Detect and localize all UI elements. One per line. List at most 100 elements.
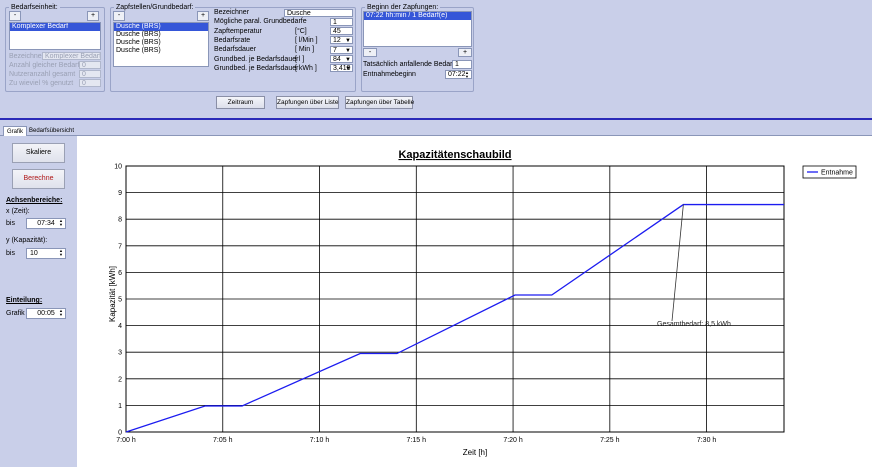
zapfungen-liste-button[interactable]: Zapfungen über Liste: [276, 96, 339, 109]
bedarfseinheit-add-button[interactable]: +: [87, 11, 99, 21]
x-tick-label: 7:10 h: [310, 437, 330, 444]
zapfstelle-property-field[interactable]: 12 ▼: [330, 36, 353, 45]
y-max-stepper[interactable]: 10 ▲ ▼: [26, 248, 66, 259]
zapfstelle-property-label: Bedarfsdauer: [214, 46, 257, 54]
list-item[interactable]: Dusche (BRS): [114, 47, 208, 55]
zapfstelle-property-value: 12: [333, 37, 341, 45]
list-item[interactable]: Dusche (BRS): [114, 39, 208, 47]
grafik-label: Grafik: [6, 310, 25, 317]
spin-arrows-icon[interactable]: ▲ ▼: [465, 71, 469, 78]
x-axis-label: Zeit [h]: [463, 448, 487, 457]
grafik-interval-stepper[interactable]: 00:05 ▲ ▼: [26, 308, 66, 319]
bedarfseinheit-field-label: Zu wieviel % genutzt: [9, 80, 74, 87]
y-tick-label: 7: [118, 243, 122, 250]
zapfstelle-property-field[interactable]: 1: [330, 17, 353, 26]
list-item[interactable]: Dusche (BRS): [114, 31, 208, 39]
zapfstelle-property-field[interactable]: 3,419 ▼: [330, 64, 353, 73]
bedarfseinheit-field-value[interactable]: 0: [79, 79, 101, 87]
list-item[interactable]: Komplexer Bedarf: [10, 23, 100, 31]
tab-grafik[interactable]: Grafik: [3, 126, 28, 136]
zapfungen-add-button[interactable]: +: [458, 48, 472, 57]
dropdown-arrow-icon[interactable]: ▼: [345, 56, 351, 62]
zapfungen-legend: Beginn der Zapfungen:: [367, 4, 439, 11]
zapfstelle-property-value: 1: [333, 18, 337, 26]
y-tick-label: 8: [118, 217, 122, 224]
dropdown-arrow-icon[interactable]: ▼: [345, 37, 351, 43]
achsenbereiche-title: Achsenbereiche:: [6, 197, 63, 204]
annotation-label: Gesamtbedarf: 8,5 kWh: [657, 321, 731, 328]
list-item[interactable]: Dusche (BRS): [114, 23, 208, 31]
zapfstelle-property-value: 45: [333, 28, 341, 36]
bedarfseinheit-remove-button[interactable]: -: [9, 11, 21, 21]
bedarfseinheit-field-value[interactable]: Komplexer Bedarf: [42, 52, 101, 60]
y-tick-label: 5: [118, 297, 122, 304]
zapfstelle-property-field[interactable]: Dusche: [284, 8, 353, 17]
zeitraum-button[interactable]: Zeitraum: [216, 96, 265, 109]
bedarfseinheit-field-label: Bezeichner: [9, 53, 45, 60]
zapfstelle-property-unit: [ l/Min ]: [295, 36, 318, 44]
zapfstelle-property-field[interactable]: 45: [330, 27, 353, 36]
y-axis-label: Kapazität [kWh]: [108, 266, 117, 322]
zapfstelle-property-field[interactable]: 7 ▼: [330, 45, 353, 54]
entnahmebeginn-label: Entnahmebeginn: [363, 71, 416, 78]
zapfstellen-remove-button[interactable]: -: [113, 11, 125, 21]
einteilung-title: Einteilung:: [6, 297, 43, 304]
zapfstelle-property-unit: [ kWh ]: [295, 64, 317, 72]
zapfstelle-property-unit: [ Min ]: [295, 46, 315, 54]
grafik-interval-value: 00:05: [37, 310, 55, 317]
spin-arrows-icon[interactable]: ▲ ▼: [59, 309, 63, 317]
zapfstelle-property-label: Grundbed. je Bedarfsdauer: [214, 64, 299, 72]
x-tick-label: 7:00 h: [116, 437, 136, 444]
skaliere-button[interactable]: Skaliere: [12, 143, 65, 163]
spin-arrows-icon[interactable]: ▲ ▼: [59, 249, 63, 257]
zapfstelle-property-value: 7: [333, 46, 337, 54]
zapfstelle-property-label: Bedarfsrate: [214, 36, 251, 44]
x-max-stepper[interactable]: 07:34 ▲ ▼: [26, 218, 66, 229]
x-tick-label: 7:05 h: [213, 437, 233, 444]
y-max-value: 10: [30, 250, 38, 257]
list-item[interactable]: 07:22 hh:min / 1 Bedarf(e): [364, 12, 471, 20]
bedarfseinheit-field-label: Nutzeranzahl gesamt: [9, 71, 76, 78]
x-tick-label: 7:25 h: [600, 437, 620, 444]
zapfstelle-property-label: Grundbed. je Bedarfsdauer: [214, 55, 299, 63]
bedarfseinheit-legend: Bedarfseinheit:: [11, 4, 58, 11]
zapfstelle-property-value: 84: [333, 56, 341, 63]
x-max-value: 07:34: [37, 220, 55, 227]
zapfstellen-add-button[interactable]: +: [197, 11, 209, 21]
zapfstelle-property-label: Bezeichner: [214, 9, 250, 16]
x-tick-label: 7:20 h: [503, 437, 523, 444]
y-tick-label: 3: [118, 350, 122, 357]
y-axis-label: y (Kapazität):: [6, 237, 48, 244]
bedarfseinheit-field-value[interactable]: 0: [79, 61, 101, 69]
x-tick-label: 7:15 h: [407, 437, 427, 444]
y-tick-label: 9: [118, 190, 122, 197]
berechne-button[interactable]: Berechne: [12, 169, 65, 189]
tatsaechlich-field[interactable]: 1: [452, 60, 472, 69]
chart-legend: Entnahme: [802, 165, 857, 179]
zapfstelle-property-label: Zapftemperatur: [214, 27, 262, 35]
x-axis-label: x (Zeit):: [6, 208, 30, 215]
spin-arrows-icon[interactable]: ▲ ▼: [59, 219, 63, 227]
dropdown-arrow-icon[interactable]: ▼: [345, 47, 351, 53]
bedarfseinheit-field-value[interactable]: 0: [79, 70, 101, 78]
entnahmebeginn-stepper[interactable]: 07:22 ▲ ▼: [445, 70, 472, 79]
bedarfseinheit-field-label: Anzahl gleicher Bedarfe: [9, 62, 84, 69]
zapfstelle-property-field[interactable]: 84 ▼: [330, 55, 353, 63]
zapfungen-list[interactable]: 07:22 hh:min / 1 Bedarf(e): [363, 11, 472, 47]
y-tick-label: 4: [118, 323, 122, 330]
dropdown-arrow-icon[interactable]: ▼: [345, 65, 351, 71]
zapfungen-remove-button[interactable]: -: [363, 48, 377, 57]
tab-bedarfsuebersicht[interactable]: Bedarfsübersicht: [26, 126, 77, 136]
chart-area: 0 1 2 3 4 5 6 7 8 9 10 7:00 h 7:05 h 7:10 h 7:15 h 7:20…: [77, 136, 872, 467]
y-tick-label: 2: [118, 376, 122, 383]
zapfungen-tabelle-button[interactable]: Zapfungen über Tabelle: [345, 96, 414, 109]
tab-strip: [0, 120, 872, 136]
y-tick-label: 10: [114, 164, 122, 171]
y-tick-label: 1: [118, 403, 122, 410]
zapfstellen-list[interactable]: Dusche (BRS) Dusche (BRS) Dusche (BRS) Dusc…: [113, 22, 209, 67]
bedarfseinheit-list[interactable]: Komplexer Bedarf: [9, 22, 101, 50]
y-tick-label: 6: [118, 270, 122, 277]
entnahmebeginn-value: 07:22: [448, 71, 466, 78]
zapfstelle-property-unit: [°C]: [295, 27, 307, 35]
zapfstellen-legend: Zapfstellen/Grundbedarf:: [116, 4, 194, 11]
